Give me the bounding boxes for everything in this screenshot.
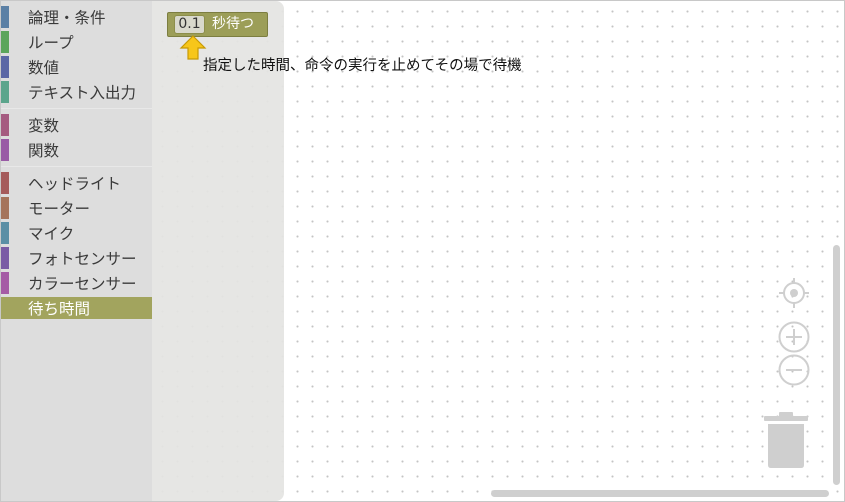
category-motor[interactable]: モーター [1,197,152,219]
category-label: ヘッドライト [28,175,122,193]
category-photosensor[interactable]: フォトセンサー [1,247,152,269]
category-label: ループ [28,34,74,52]
category-color-bar [1,197,9,219]
category-color-bar [1,139,9,161]
category-label: 関数 [28,142,60,160]
horizontal-scrollbar[interactable] [491,490,829,497]
category-color-bar [1,297,9,319]
category-text-io[interactable]: テキスト入出力 [1,81,152,103]
block-label: 秒待つ [212,16,254,32]
category-loop[interactable]: ループ [1,31,152,53]
category-logic[interactable]: 論理・条件 [1,6,152,28]
category-headlight[interactable]: ヘッドライト [1,172,152,194]
category-wait-time[interactable]: 待ち時間 [1,297,152,319]
category-color-bar [1,222,9,244]
category-color-bar [1,6,9,28]
category-color-bar [1,31,9,53]
category-variables[interactable]: 変数 [1,114,152,136]
category-microphone[interactable]: マイク [1,222,152,244]
seconds-input[interactable]: 0.1 [174,15,205,34]
blockly-editor: 論理・条件 ループ 数値 テキスト入出力 変数 関数 ヘッドライト モーター マ… [0,0,845,502]
vertical-scrollbar[interactable] [833,245,840,485]
category-color-bar [1,114,9,136]
category-colorsensor[interactable]: カラーセンサー [1,272,152,294]
category-toolbox: 論理・条件 ループ 数値 テキスト入出力 変数 関数 ヘッドライト モーター マ… [1,1,152,501]
wait-seconds-block[interactable]: 0.1 秒待つ [167,12,268,37]
category-label: カラーセンサー [28,275,137,293]
plus-circle-icon[interactable] [777,320,811,354]
category-color-bar [1,56,9,78]
toolbox-separator [1,166,152,167]
category-label: 論理・条件 [28,9,106,27]
category-label: モーター [28,200,91,218]
block-flyout [152,1,284,501]
trash-icon[interactable] [764,411,808,469]
category-label: テキスト入出力 [28,84,137,102]
category-label: 待ち時間 [28,300,91,318]
block-description: 指定した時間、命令の実行を止めてその場で待機 [203,58,522,74]
category-color-bar [1,172,9,194]
category-label: フォトセンサー [28,250,137,268]
category-color-bar [1,81,9,103]
category-label: 数値 [28,59,60,77]
target-icon[interactable] [778,277,810,309]
category-label: マイク [28,225,75,243]
toolbox-separator [1,108,152,109]
category-functions[interactable]: 関数 [1,139,152,161]
category-color-bar [1,272,9,294]
category-math[interactable]: 数値 [1,56,152,78]
minus-circle-icon[interactable] [777,353,811,387]
category-color-bar [1,247,9,269]
category-label: 変数 [28,117,60,135]
